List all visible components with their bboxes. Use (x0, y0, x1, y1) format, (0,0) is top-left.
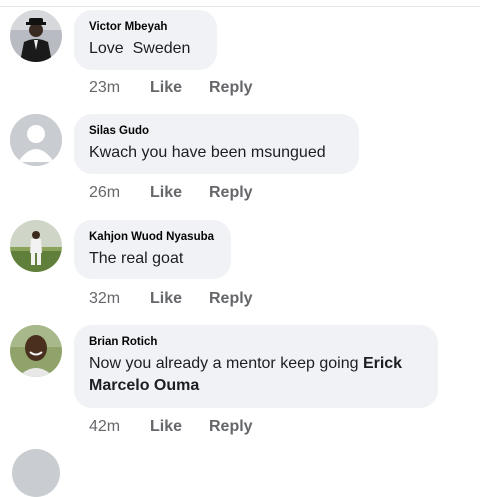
comment-author[interactable]: Victor Mbeyah (89, 20, 201, 34)
comment-author[interactable]: Silas Gudo (89, 124, 343, 138)
comment-author[interactable]: Kahjon Wuod Nyasuba (89, 230, 215, 244)
reply-button[interactable]: Reply (209, 183, 253, 203)
avatar[interactable] (12, 449, 60, 497)
like-button[interactable]: Like (150, 417, 182, 437)
comment-bubble: Kahjon Wuod Nyasuba The real goat (74, 220, 231, 279)
comment-text: Now you already a mentor keep going Eric… (89, 353, 422, 397)
comment-text: The real goat (89, 250, 184, 267)
comment-timestamp[interactable]: 32m (89, 289, 120, 309)
avatar[interactable] (10, 220, 62, 272)
comment-timestamp[interactable]: 26m (89, 183, 120, 203)
comment-timestamp[interactable]: 42m (89, 417, 120, 437)
avatar[interactable] (10, 114, 62, 166)
like-button[interactable]: Like (150, 289, 182, 309)
like-button[interactable]: Like (150, 78, 182, 98)
avatar-photo (10, 10, 62, 62)
comment-text: Love Sweden (89, 40, 191, 57)
comment-timestamp[interactable]: 23m (89, 78, 120, 98)
comment-bubble: Victor Mbeyah Love Sweden (74, 10, 217, 70)
avatar-photo (10, 325, 62, 377)
default-avatar-icon (10, 114, 62, 166)
reply-button[interactable]: Reply (209, 417, 253, 437)
avatar[interactable] (10, 325, 62, 377)
comment-bubble: Brian Rotich Now you already a mentor ke… (74, 325, 438, 408)
comment-bubble: Silas Gudo Kwach you have been msungued (74, 114, 359, 174)
comment-text-plain: Now you already a mentor keep going (89, 355, 363, 372)
comment-text: Kwach you have been msungued (89, 144, 326, 161)
reply-button[interactable]: Reply (209, 289, 253, 309)
reply-button[interactable]: Reply (209, 78, 253, 98)
like-button[interactable]: Like (150, 183, 182, 203)
avatar-photo (10, 220, 62, 272)
comment-author[interactable]: Brian Rotich (89, 335, 422, 349)
top-divider (0, 6, 480, 7)
avatar[interactable] (10, 10, 62, 62)
